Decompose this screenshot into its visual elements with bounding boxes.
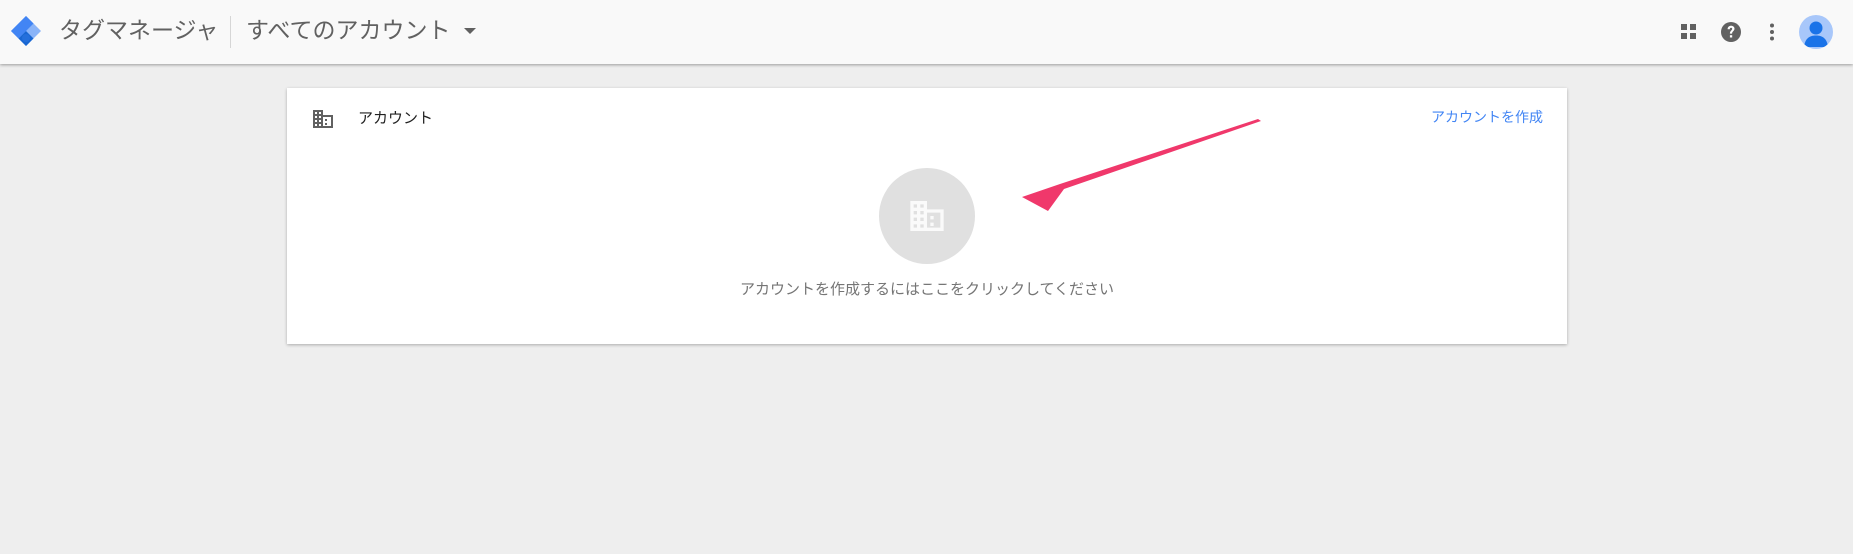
person-icon <box>1804 21 1828 47</box>
building-icon <box>313 110 333 128</box>
accounts-card: アカウント アカウントを作成 アカウントを作成するにはここをクリックしてください <box>287 88 1567 344</box>
top-app-bar: タグマネージャ すべてのアカウント <box>0 0 1853 64</box>
create-account-circle-button[interactable] <box>879 168 975 264</box>
building-placeholder-icon <box>910 201 944 231</box>
account-switcher[interactable]: すべてのアカウント <box>246 16 477 46</box>
tag-manager-logo-icon[interactable] <box>9 14 43 48</box>
apps-icon[interactable] <box>1676 19 1702 45</box>
more-vert-icon[interactable] <box>1759 19 1785 45</box>
app-title[interactable]: タグマネージャ <box>59 16 218 46</box>
account-avatar-icon[interactable] <box>1799 15 1833 49</box>
create-account-link[interactable]: アカウントを作成 <box>1431 107 1543 129</box>
title-divider <box>230 16 231 48</box>
card-title: アカウント <box>358 109 434 127</box>
account-switcher-label: すべてのアカウント <box>246 18 451 44</box>
dropdown-caret-icon <box>464 28 477 34</box>
help-icon[interactable] <box>1718 19 1744 45</box>
empty-state-message[interactable]: アカウントを作成するにはここをクリックしてください <box>287 278 1567 300</box>
